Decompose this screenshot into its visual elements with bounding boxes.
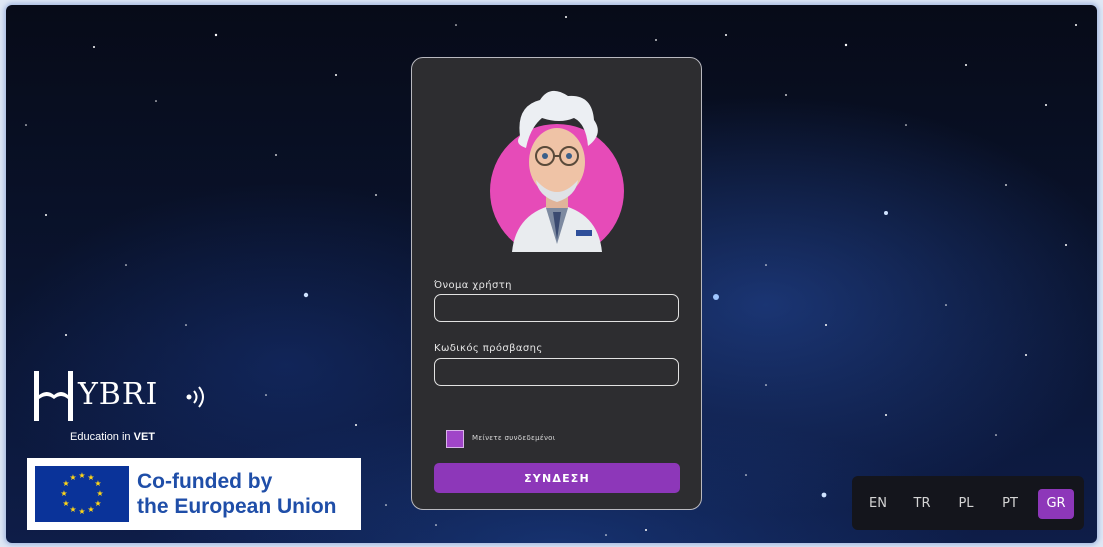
password-label: Κωδικός πρόσβασης [434,343,543,354]
eu-funding-text: Co-funded by the European Union [137,469,337,519]
language-pl-button[interactable]: PL [948,489,984,519]
svg-text:★: ★ [69,473,76,482]
app-background: Όνομα χρήστη Κωδικός πρόσβασης Μείνετε σ… [6,5,1097,543]
svg-text:★: ★ [87,505,94,514]
remember-me-label: Μείνετε συνδεδεμένοι [472,434,556,442]
language-gr-button[interactable]: GR [1038,489,1074,519]
scientist-avatar-icon [490,90,624,252]
svg-text:★: ★ [60,489,67,498]
svg-text:★: ★ [96,489,103,498]
eu-line-1: Co-funded by [137,470,273,493]
hybrid-tagline: Education in VET [70,431,155,443]
tagline-text: Education in [70,431,134,443]
language-en-button[interactable]: EN [860,489,896,519]
eu-funding-banner: ★ ★ ★ ★ ★ ★ ★ ★ ★ ★ ★ ★ Co-funded by the Europea… [27,458,361,530]
svg-text:★: ★ [78,507,85,516]
hybrid-book-logo-icon [34,371,73,421]
username-label: Όνομα χρήστη [434,280,512,291]
svg-text:★: ★ [62,499,69,508]
svg-text:★: ★ [94,479,101,488]
language-pt-button[interactable]: PT [992,489,1028,519]
svg-text:★: ★ [94,499,101,508]
svg-text:★: ★ [69,505,76,514]
remember-me-checkbox[interactable] [446,430,464,448]
svg-text:★: ★ [78,471,85,480]
eu-flag-icon: ★ ★★ ★★★ ★★★ ★★★ [35,466,129,522]
password-input[interactable] [434,358,679,386]
login-button[interactable]: ΣΥΝΔΕΣΗ [434,463,680,493]
login-card: Όνομα χρήστη Κωδικός πρόσβασης Μείνετε σ… [411,57,702,510]
sound-waves-icon [186,386,204,408]
username-input[interactable] [434,294,679,322]
hybrid-logo: YBRI Education in VET [32,361,222,446]
eu-line-2: the European Union [137,495,337,518]
language-switcher: EN TR PL PT GR [852,476,1084,530]
tagline-bold: VET [133,431,156,443]
language-tr-button[interactable]: TR [904,489,940,519]
hybrid-logo-text: YBRI [78,377,159,412]
